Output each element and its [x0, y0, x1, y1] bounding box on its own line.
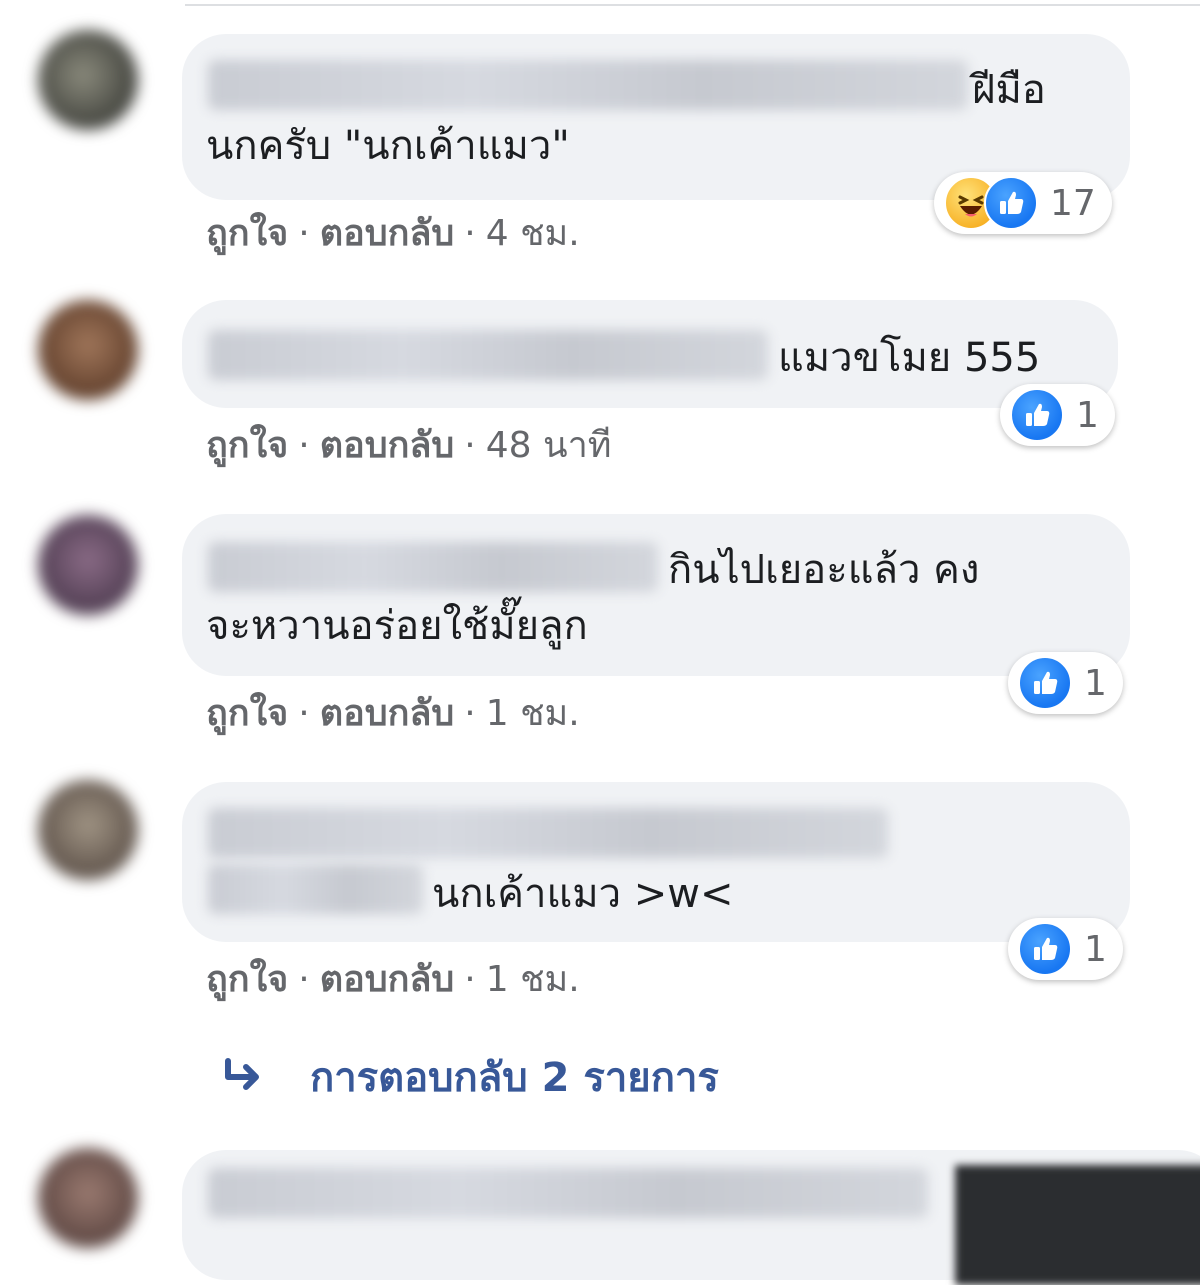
like-icon: [1010, 388, 1064, 442]
separator-dot: ·: [464, 959, 476, 1000]
comment-actions: ถูกใจ · ตอบกลับ · 1 ชม.: [206, 958, 580, 1002]
reaction-count: 1: [1076, 394, 1099, 436]
reaction-count: 1: [1084, 928, 1107, 970]
avatar[interactable]: [38, 300, 138, 400]
separator-dot: ·: [298, 959, 310, 1000]
blurred-author-name[interactable]: [208, 808, 888, 858]
reactions-summary[interactable]: 1: [1008, 652, 1123, 714]
timestamp[interactable]: 4 ชม.: [486, 213, 580, 254]
like-icon: [1018, 656, 1072, 710]
timestamp[interactable]: 1 ชม.: [486, 693, 580, 734]
separator-dot: ·: [464, 693, 476, 734]
reply-arrow-icon: [220, 1052, 280, 1108]
timestamp[interactable]: 48 นาที: [486, 425, 612, 466]
blurred-author-name[interactable]: [208, 60, 968, 110]
blurred-author-name[interactable]: [208, 542, 658, 592]
separator-dot: ·: [298, 425, 310, 466]
reply-link[interactable]: ตอบกลับ: [320, 425, 455, 466]
avatar[interactable]: [38, 515, 138, 615]
reply-link[interactable]: ตอบกลับ: [320, 213, 455, 254]
reaction-count: 1: [1084, 662, 1107, 704]
like-icon: [1018, 922, 1072, 976]
more-replies-label: การตอบกลับ 2 รายการ: [310, 1055, 719, 1101]
separator-dot: ·: [298, 213, 310, 254]
reactions-summary[interactable]: 1: [1008, 918, 1123, 980]
comment-actions: ถูกใจ · ตอบกลับ · 4 ชม.: [206, 212, 580, 256]
separator-dot: ·: [298, 693, 310, 734]
reply-link[interactable]: ตอบกลับ: [320, 693, 455, 734]
comment-text: ฝีมือ: [972, 67, 1046, 113]
view-more-replies-link[interactable]: การตอบกลับ 2 รายการ: [220, 1050, 719, 1108]
like-icon: [984, 176, 1038, 230]
separator-dot: ·: [464, 213, 476, 254]
comment-text: แมวขโมย 555: [778, 335, 1041, 381]
top-divider: [185, 4, 1200, 6]
comment-text: จะหวานอร่อยใช้มั๊ยลูก: [206, 603, 588, 649]
like-link[interactable]: ถูกใจ: [206, 693, 288, 734]
blurred-author-name[interactable]: [208, 1168, 928, 1218]
reaction-count: 17: [1050, 182, 1096, 224]
timestamp[interactable]: 1 ชม.: [486, 959, 580, 1000]
avatar[interactable]: [38, 780, 138, 880]
blurred-author-name[interactable]: [208, 330, 768, 380]
comment-actions: ถูกใจ · ตอบกลับ · 48 นาที: [206, 424, 612, 468]
comment-text: กินไปเยอะแล้ว คง: [668, 547, 980, 593]
comment-text: นกครับ "นกเค้าแมว": [206, 123, 570, 169]
comment-text: นกเค้าแมว >w<: [432, 871, 734, 917]
separator-dot: ·: [464, 425, 476, 466]
reactions-summary[interactable]: 17: [934, 172, 1112, 234]
dark-overlay: [955, 1165, 1200, 1285]
comment-actions: ถูกใจ · ตอบกลับ · 1 ชม.: [206, 692, 580, 736]
avatar[interactable]: [38, 30, 138, 130]
blurred-author-name[interactable]: [208, 864, 423, 914]
reply-link[interactable]: ตอบกลับ: [320, 959, 455, 1000]
like-link[interactable]: ถูกใจ: [206, 959, 288, 1000]
like-link[interactable]: ถูกใจ: [206, 425, 288, 466]
reactions-summary[interactable]: 1: [1000, 384, 1115, 446]
avatar[interactable]: [38, 1148, 138, 1248]
like-link[interactable]: ถูกใจ: [206, 213, 288, 254]
